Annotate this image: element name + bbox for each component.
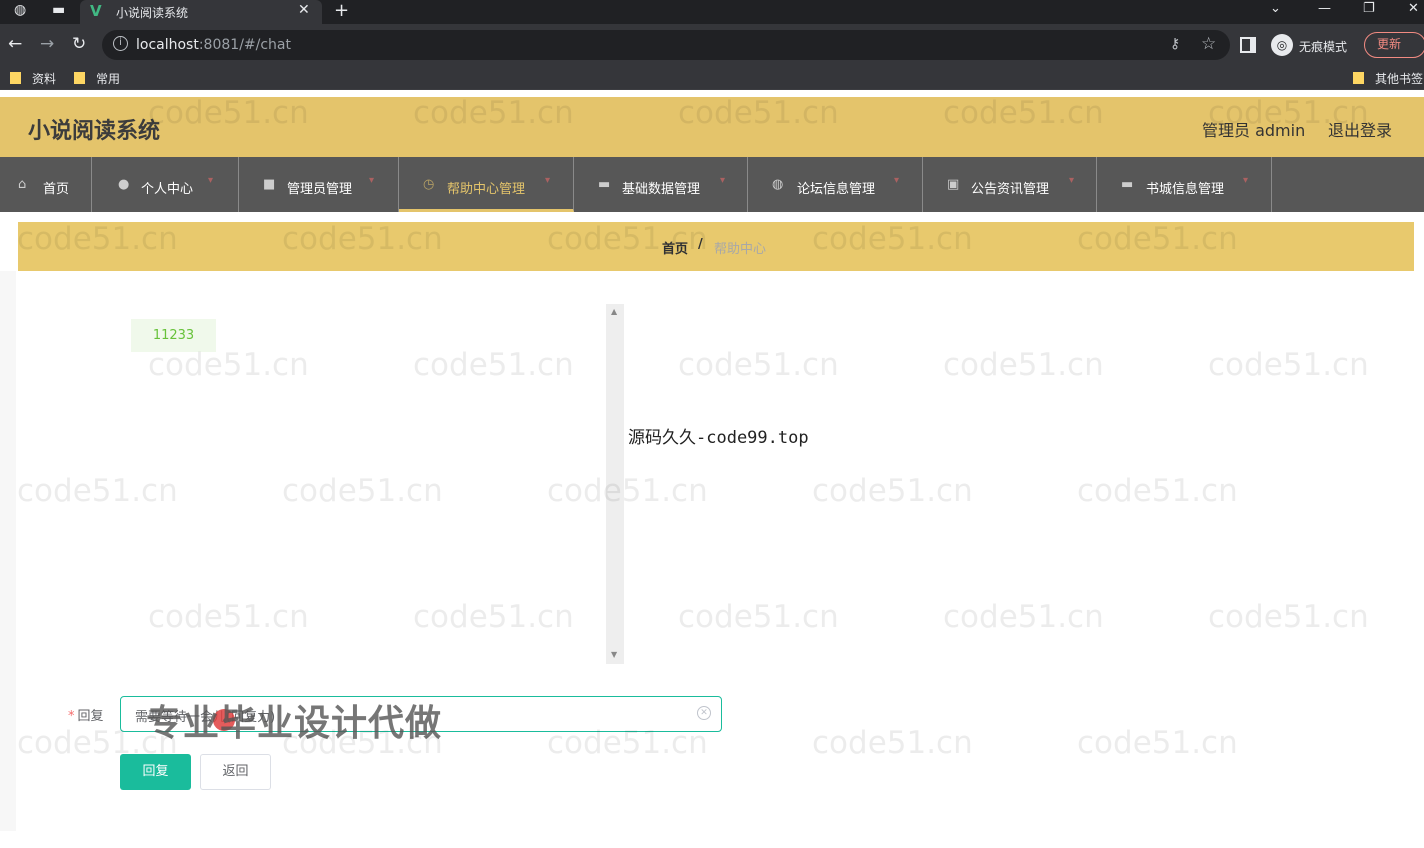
- chevron-down-icon: ▾: [208, 175, 214, 186]
- reload-icon[interactable]: ↻: [72, 34, 86, 54]
- chat-scrollbar[interactable]: ▲ ▼: [606, 304, 624, 664]
- breadcrumb-separator: /: [698, 237, 703, 252]
- side-panel-icon[interactable]: [1240, 37, 1256, 53]
- bookmark-folder[interactable]: 常用: [74, 70, 120, 87]
- watermark: code51.cn: [1077, 725, 1238, 761]
- chevron-down-icon: ▾: [894, 175, 900, 186]
- chevron-down-icon: ▾: [1243, 175, 1249, 186]
- overlay-text: 专业毕业设计代做: [146, 703, 443, 744]
- watermark: code51.cn: [943, 347, 1104, 383]
- watermark: code51.cn: [678, 347, 839, 383]
- chevron-down-icon[interactable]: ⌄: [1270, 1, 1281, 16]
- app-title: 小说阅读系统: [28, 119, 161, 144]
- current-user: 管理员 admin: [1202, 121, 1306, 140]
- clock-icon: ◷: [423, 177, 435, 192]
- watermark: code51.cn: [1208, 347, 1369, 383]
- vue-icon: V: [90, 2, 102, 20]
- page-edge: [0, 271, 16, 831]
- back-arrow-icon[interactable]: ←: [8, 34, 22, 54]
- app-header: 小说阅读系统 管理员 admin 退出登录: [0, 97, 1424, 157]
- address-bar[interactable]: i localhost:8081/#/chat ⚷ ☆: [102, 30, 1230, 60]
- scroll-down-icon[interactable]: ▼: [611, 650, 617, 659]
- watermark: code51.cn: [1077, 473, 1238, 509]
- tab-title: 小说阅读系统: [116, 6, 189, 20]
- watermark: code51.cn: [1208, 599, 1369, 635]
- globe-icon[interactable]: ◍: [14, 2, 26, 18]
- folder-icon: [1353, 72, 1364, 84]
- menu-item-news[interactable]: ▣ 公告资讯管理 ▾: [923, 157, 1097, 212]
- key-icon[interactable]: ⚷: [1170, 36, 1180, 52]
- menu-item-forum[interactable]: ◍ 论坛信息管理 ▾: [748, 157, 923, 212]
- close-icon[interactable]: ✕: [298, 2, 310, 18]
- watermark: code51.cn: [812, 725, 973, 761]
- watermark: code51.cn: [943, 599, 1104, 635]
- home-icon: ⌂: [18, 177, 27, 192]
- restore-icon[interactable]: ❐: [1363, 1, 1375, 16]
- incognito-icon[interactable]: ◎: [1271, 34, 1293, 56]
- url-text[interactable]: localhost:8081/#/chat: [136, 37, 291, 53]
- scroll-up-icon[interactable]: ▲: [611, 307, 617, 316]
- bookmarks-bar: 资料 常用 其他书签: [0, 66, 1424, 90]
- monitor-icon: ▬: [598, 177, 611, 192]
- chat-message: 11233: [131, 319, 216, 352]
- new-tab-icon[interactable]: +: [334, 0, 349, 21]
- clear-icon[interactable]: ✕: [697, 706, 711, 720]
- user-icon: ●: [118, 177, 130, 192]
- folder-icon: [74, 72, 85, 84]
- breadcrumb-home[interactable]: 首页: [662, 238, 688, 257]
- reply-label: * 回复: [68, 709, 104, 724]
- minimize-icon[interactable]: —: [1318, 1, 1331, 16]
- chevron-down-icon: ▾: [545, 175, 551, 186]
- globe-icon: ◍: [772, 177, 784, 192]
- window-close-icon[interactable]: ✕: [1408, 1, 1419, 16]
- browser-tab[interactable]: V 小说阅读系统 ✕: [80, 0, 322, 24]
- tab-list-icon[interactable]: ▬: [52, 2, 65, 18]
- doc-icon: ▣: [947, 177, 960, 192]
- reply-button[interactable]: 回复: [120, 754, 191, 790]
- chat-messages[interactable]: [120, 304, 624, 664]
- star-icon[interactable]: ☆: [1201, 34, 1216, 54]
- incognito-label: 无痕模式: [1299, 40, 1348, 54]
- back-button[interactable]: 返回: [200, 754, 271, 790]
- menu-item-help[interactable]: ◷ 帮助中心管理 ▾: [399, 157, 574, 212]
- menu-item-profile[interactable]: ● 个人中心 ▾: [92, 157, 239, 212]
- folder-icon: ■: [263, 177, 276, 192]
- top-menu: ⌂ 首页 ● 个人中心 ▾ ■ 管理员管理 ▾ ◷ 帮助中心管理 ▾ ▬ 基础数…: [0, 157, 1424, 212]
- chevron-down-icon: ▾: [1069, 175, 1075, 186]
- menu-item-bookstore[interactable]: ▬ 书城信息管理 ▾: [1097, 157, 1272, 212]
- site-label: 源码久久-code99.top: [628, 428, 809, 448]
- menu-item-base-data[interactable]: ▬ 基础数据管理 ▾: [574, 157, 748, 212]
- required-asterisk: *: [68, 709, 75, 724]
- monitor-icon: ▬: [1121, 177, 1134, 192]
- browser-tab-bar: ◍ ▬ V 小说阅读系统 ✕ + ⌄ — ❐ ✕: [0, 0, 1424, 24]
- menu-item-admin[interactable]: ■ 管理员管理 ▾: [239, 157, 399, 212]
- logout-link[interactable]: 退出登录: [1328, 117, 1392, 141]
- update-button[interactable]: 更新: [1364, 32, 1424, 58]
- folder-icon: [10, 72, 21, 84]
- chevron-down-icon: ▾: [369, 175, 375, 186]
- breadcrumb: 首页 / 帮助中心: [18, 222, 1414, 271]
- watermark: code51.cn: [812, 473, 973, 509]
- chevron-down-icon: ▾: [720, 175, 726, 186]
- other-bookmarks[interactable]: 其他书签: [1353, 70, 1423, 87]
- watermark: code51.cn: [678, 599, 839, 635]
- bookmark-folder[interactable]: 资料: [10, 70, 56, 87]
- app-page: 小说阅读系统 管理员 admin 退出登录 ⌂ 首页 ● 个人中心 ▾ ■ 管理…: [0, 91, 1424, 848]
- browser-toolbar: ← → ↻ i localhost:8081/#/chat ⚷ ☆ ◎ 无痕模式…: [0, 24, 1424, 66]
- menu-item-home[interactable]: ⌂ 首页: [0, 157, 92, 212]
- forward-arrow-icon[interactable]: →: [40, 34, 54, 54]
- breadcrumb-current: 帮助中心: [714, 242, 767, 257]
- info-icon[interactable]: i: [113, 36, 128, 51]
